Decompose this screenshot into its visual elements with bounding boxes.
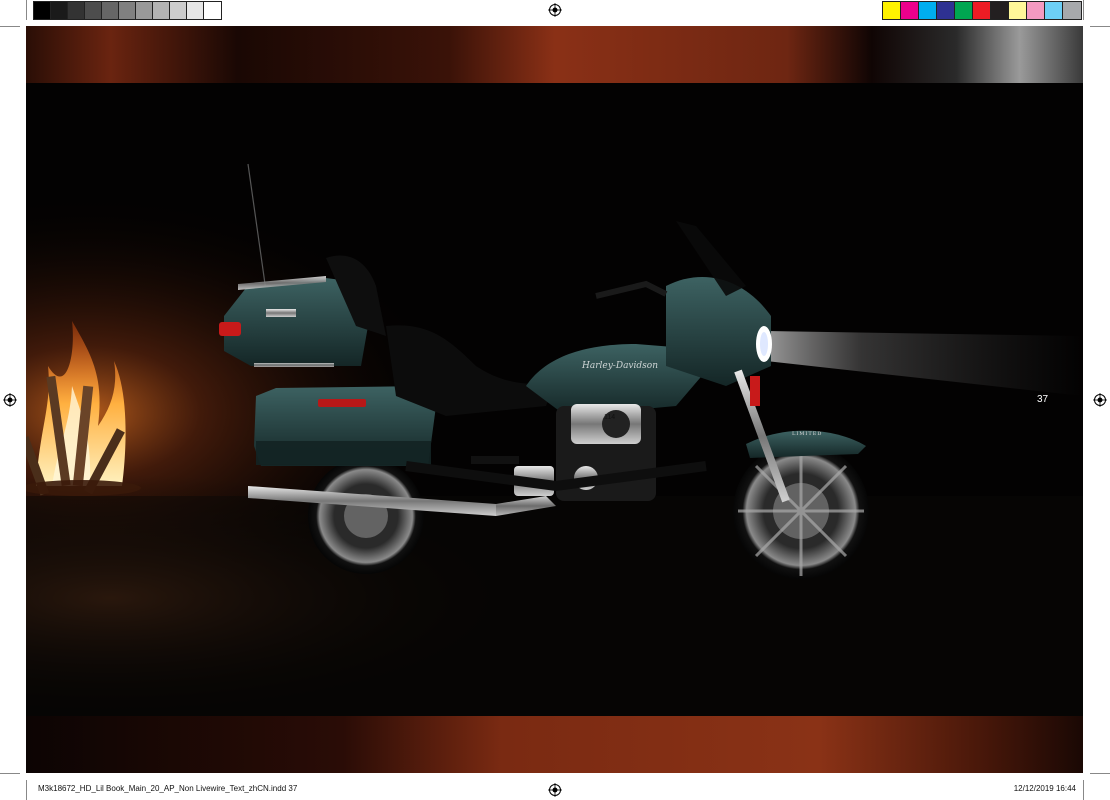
color-swatch xyxy=(1009,2,1027,19)
color-swatch xyxy=(187,2,204,19)
color-swatch xyxy=(119,2,136,19)
color-swatch xyxy=(204,2,221,19)
registration-mark-top xyxy=(548,3,562,17)
trim-mark xyxy=(1083,780,1084,800)
color-swatch xyxy=(955,2,973,19)
color-swatch xyxy=(1063,2,1081,19)
registration-mark-left xyxy=(3,393,17,407)
trim-mark xyxy=(1090,773,1110,774)
color-swatch xyxy=(170,2,187,19)
color-swatch xyxy=(85,2,102,19)
color-swatch xyxy=(68,2,85,19)
color-swatch xyxy=(901,2,919,19)
color-swatch xyxy=(153,2,170,19)
page-number: 37 xyxy=(1037,394,1049,405)
grayscale-color-bar xyxy=(33,1,222,20)
trim-mark xyxy=(26,0,27,20)
motorcycle-photo: Harley-Davidson 114 LIMITED xyxy=(26,26,1083,773)
color-swatch xyxy=(883,2,901,19)
process-color-bar xyxy=(882,1,1082,20)
registration-mark-bottom xyxy=(548,783,562,797)
color-swatch xyxy=(1045,2,1063,19)
color-swatch xyxy=(973,2,991,19)
color-swatch xyxy=(102,2,119,19)
trim-mark xyxy=(1083,0,1084,20)
trim-mark xyxy=(26,780,27,800)
trim-mark xyxy=(0,773,20,774)
registration-mark-right xyxy=(1093,393,1107,407)
slug-timestamp: 12/12/2019 16:44 xyxy=(1013,784,1076,793)
color-swatch xyxy=(937,2,955,19)
color-swatch xyxy=(919,2,937,19)
engine-badge: 114 xyxy=(604,414,615,421)
color-swatch xyxy=(1027,2,1045,19)
slug-filename: M3k18672_HD_Lil Book_Main_20_AP_Non Live… xyxy=(38,784,298,793)
color-swatch xyxy=(51,2,68,19)
color-swatch xyxy=(991,2,1009,19)
trim-mark xyxy=(0,26,20,27)
color-swatch xyxy=(136,2,153,19)
tank-logo: Harley-Davidson xyxy=(581,361,658,371)
color-swatch xyxy=(34,2,51,19)
fender-badge: LIMITED xyxy=(792,431,822,437)
trim-mark xyxy=(1090,26,1110,27)
